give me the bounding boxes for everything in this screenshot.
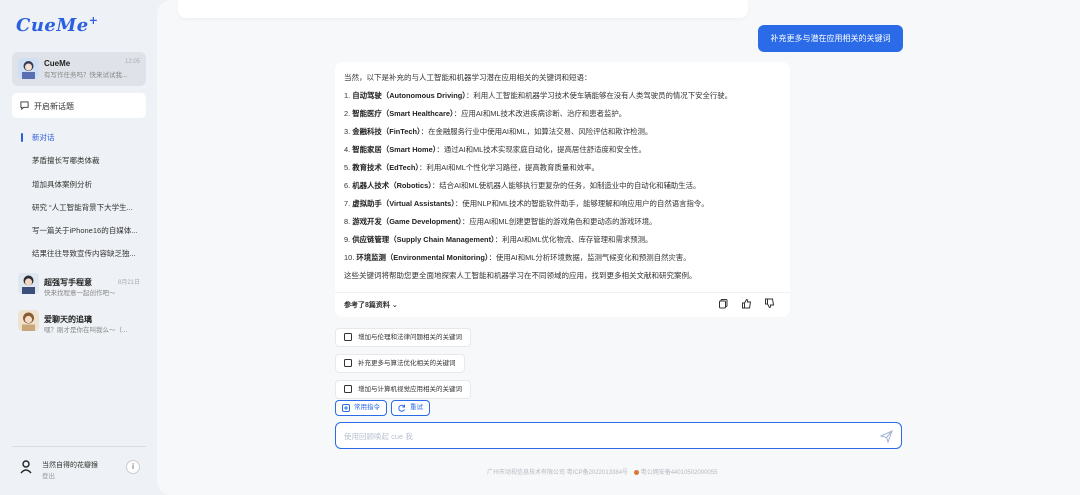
chevron-down-icon: ⌄	[391, 302, 398, 309]
answer-intro: 当然，以下是补充的与人工智能和机器学习潜在应用相关的关键词和短语：	[344, 73, 592, 82]
conversation-item[interactable]: 研究 “人工智能背景下大学生...	[12, 196, 146, 219]
conversation-item[interactable]: 结果往往导致宣传内容缺乏独...	[12, 242, 146, 265]
bot-item-cueme[interactable]: CueMe 有写作任务吗？快来试试我... 12:05	[12, 52, 146, 86]
list-item: 7. 虚拟助手（Virtual Assistants）：使用NLP和ML技术的智…	[344, 199, 709, 208]
retry-button[interactable]: 重试	[391, 400, 430, 416]
bot-subtitle: 有写作任务吗？快来试试我...	[44, 72, 128, 79]
bot-subtitle: 快来找程意一起创作吧～	[44, 290, 116, 297]
references-toggle[interactable]: 参考了8篇资料 ⌄	[344, 300, 398, 310]
footer-legal: 广州市动视信息技术有限公司 粤ICP备2022013384号 粤公网安备4401…	[487, 467, 717, 476]
logout-link[interactable]: 登出	[42, 470, 55, 480]
chat-input[interactable]	[344, 430, 864, 442]
list-item: 2. 智能医疗（Smart Healthcare）：应用AI和ML技术改进疾病诊…	[344, 109, 627, 118]
copy-icon[interactable]	[718, 298, 729, 309]
bot-item-writer[interactable]: 超强写手程意 快来找程意一起创作吧～ 8月21日	[12, 270, 146, 298]
police-badge-icon	[633, 469, 639, 475]
user-icon	[20, 460, 32, 474]
user-message-bubble: 补充更多与潜在应用相关的关键词	[758, 25, 903, 52]
conversation-list: 新对话 茅盾擅长写哪类体裁 增加具体案例分析 研究 “人工智能背景下大学生...…	[12, 126, 146, 266]
thumbs-down-icon[interactable]	[764, 298, 775, 309]
bot-subtitle: 嘿？刚才是你在叫我么～（...	[44, 327, 128, 334]
suggestion-chip[interactable]: 增加与计算机视觉应用相关的关键词	[335, 380, 471, 399]
bot-avatar	[18, 273, 39, 294]
conversation-item[interactable]: 新对话	[12, 126, 146, 149]
common-commands-button[interactable]: 常用指令	[335, 400, 387, 416]
suggestion-icon	[344, 359, 352, 367]
refresh-icon	[398, 404, 405, 412]
conversation-item[interactable]: 写一篇关于iPhone16的自媒体...	[12, 219, 146, 242]
list-item: 8. 游戏开发（Game Development）：应用AI和ML创建更智能的游…	[344, 217, 657, 226]
list-item: 10. 环境监测（Environmental Monitoring）：使用AI和…	[344, 253, 691, 262]
answer-list: 1. 自动驾驶（Autonomous Driving）：利用人工智能和机器学习技…	[344, 90, 732, 270]
list-item: 5. 教育技术（EdTech）：利用AI和ML个性化学习路径，提高教育质量和效率…	[344, 163, 599, 172]
command-icon	[342, 404, 350, 412]
answer-divider	[335, 292, 790, 293]
bot-time: 8月21日	[117, 280, 140, 286]
thumbs-up-icon[interactable]	[741, 298, 752, 309]
bot-item-chat[interactable]: 爱聊天的追璃 嘿？刚才是你在叫我么～（...	[12, 307, 146, 335]
list-item: 4. 智能家居（Smart Home）：通过AI和ML技术实现家庭自动化，提高居…	[344, 145, 646, 154]
suggestion-chip[interactable]: 增加与伦理和法律问题相关的关键词	[335, 328, 471, 347]
conversation-item[interactable]: 增加具体案例分析	[12, 173, 146, 196]
list-item: 1. 自动驾驶（Autonomous Driving）：利用人工智能和机器学习技…	[344, 91, 733, 100]
sidebar: CueMe+ CueMe 有写作任务吗？快来试试我... 12:05 开启新话题…	[0, 0, 157, 495]
answer-outro: 这些关键词将帮助您更全面地探索人工智能和机器学习在不同领域的应用，找到更多相关文…	[344, 271, 697, 280]
suggestion-icon	[344, 333, 352, 341]
suggestion-chip[interactable]: 补充更多与算法优化相关的关键词	[335, 354, 465, 373]
user-profile: 当然自得的花瓣猴 登出 i	[12, 454, 146, 482]
list-item: 6. 机器人技术（Robotics）：结合AI和ML使机器人能够执行更复杂的任务…	[344, 181, 701, 190]
chat-bubble-icon	[20, 101, 29, 110]
info-icon[interactable]: i	[126, 460, 140, 474]
list-item: 9. 供应链管理（Supply Chain Management）：利用AI和M…	[344, 235, 653, 244]
send-icon[interactable]	[880, 430, 893, 443]
bot-name: CueMe	[44, 59, 71, 68]
sidebar-divider	[12, 446, 146, 447]
bot-time: 12:05	[124, 59, 140, 65]
chat-input-box	[335, 422, 902, 449]
conversation-item[interactable]: 茅盾擅长写哪类体裁	[12, 149, 146, 172]
police-record[interactable]: 粤公网安备44010502000055	[641, 470, 718, 476]
icp-license[interactable]: 广州市动视信息技术有限公司 粤ICP备2022013384号	[487, 470, 628, 476]
user-name: 当然自得的花瓣猴	[42, 462, 98, 469]
new-chat-label: 开启新话题	[34, 102, 74, 111]
bot-avatar	[18, 310, 39, 331]
previous-message-edge	[178, 0, 748, 18]
suggestion-icon	[344, 385, 352, 393]
new-chat-button[interactable]: 开启新话题	[12, 93, 146, 118]
list-item: 3. 金融科技（FinTech）：在金融服务行业中使用AI和ML，如算法交易、风…	[344, 127, 653, 136]
assistant-answer: 当然，以下是补充的与人工智能和机器学习潜在应用相关的关键词和短语： 1. 自动驾…	[335, 62, 790, 317]
bot-avatar	[18, 58, 39, 79]
app-logo[interactable]: CueMe+	[16, 14, 98, 36]
